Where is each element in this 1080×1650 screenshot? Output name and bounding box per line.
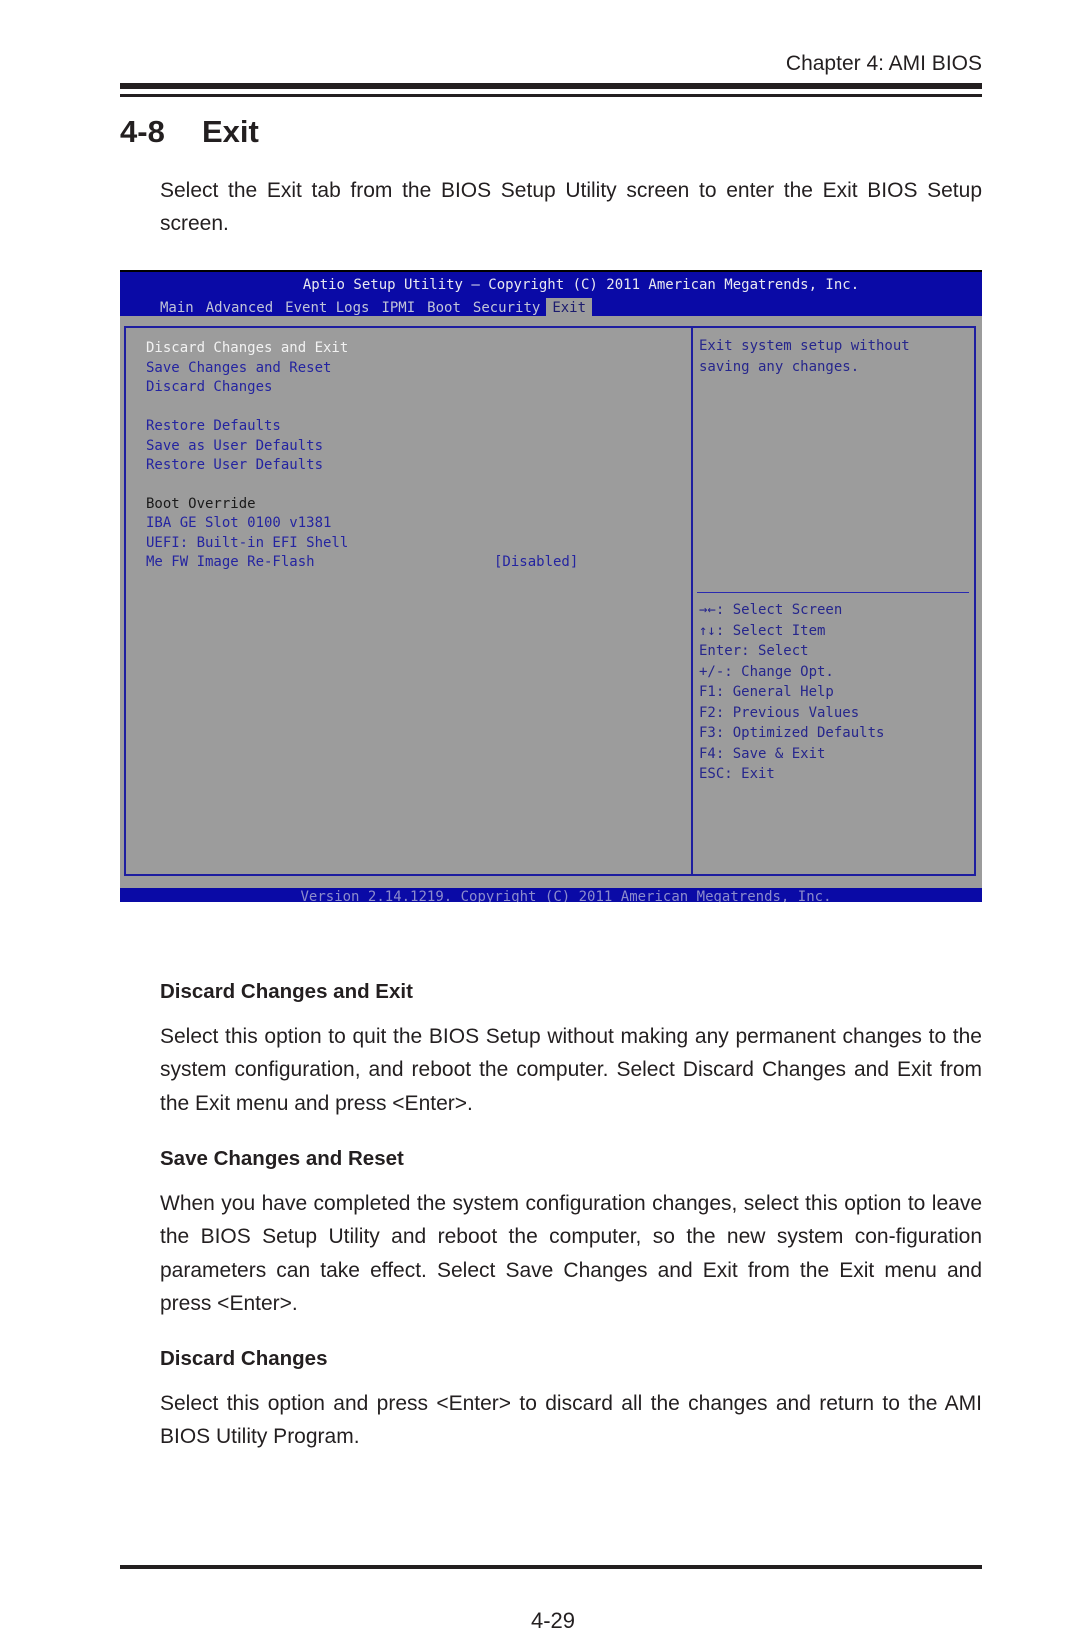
bios-tab-security[interactable]: Security: [467, 298, 546, 318]
bios-tab-advanced[interactable]: Advanced: [200, 298, 279, 318]
bios-footer-text: Version 2.14.1219. Copyright (C) 2011 Am…: [300, 889, 832, 902]
bios-menu-item-label: Save Changes and Reset: [146, 360, 332, 376]
bios-menu-item[interactable]: IBA GE Slot 0100 v1381: [146, 513, 331, 533]
bios-help-line: saving any changes.: [699, 358, 860, 375]
bios-key-hint: ↑↓: Select Item: [699, 622, 826, 639]
bios-footer-bar: Version 2.14.1219. Copyright (C) 2011 Am…: [120, 888, 982, 902]
bios-help-separator: [697, 592, 969, 593]
bios-menu-item-label: Discard Changes: [146, 379, 273, 395]
footer-rule: [120, 1565, 982, 1569]
bios-menu-item-label: IBA GE Slot 0100 v1381: [146, 515, 332, 531]
bios-tab-main[interactable]: Main: [154, 298, 200, 318]
bios-menu-item[interactable]: Discard Changes and Exit: [146, 338, 348, 358]
header-rule-thick: [120, 83, 982, 89]
bios-menu-item-label: Boot Override: [146, 496, 256, 512]
bios-key-hint: ESC: Exit: [699, 766, 775, 782]
bios-menu-item-label: Restore User Defaults: [146, 457, 324, 473]
body-discard-changes-and-exit: Select this option to quit the BIOS Setu…: [160, 1025, 982, 1115]
section-title-text: Exit: [202, 114, 259, 149]
bios-menu-item-label: Save as User Defaults: [146, 438, 324, 454]
bios-key-legend: →←: Select Screen ↑↓: Select Item Enter: S…: [699, 600, 884, 785]
heading-discard-changes: Discard Changes: [160, 1347, 328, 1370]
bios-key-hint: →←: Select Screen: [699, 602, 843, 618]
body-discard-changes: Select this option and press <Enter> to …: [160, 1392, 982, 1449]
bios-tab-bar: Main Advanced Event Logs IPMI Boot Security Ex…: [154, 298, 593, 318]
heading-save-changes-and-reset: Save Changes and Reset: [160, 1147, 404, 1170]
bios-menu-item-label: UEFI: Built-in EFI Shell: [146, 535, 349, 551]
bios-menu-item-value[interactable]: [Disabled]: [494, 552, 578, 572]
header-rule-thin: [120, 94, 982, 97]
bios-header-bar: Aptio Setup Utility – Copyright (C) 2011…: [120, 270, 982, 318]
bios-key-hint: F2: Previous Values: [699, 704, 860, 721]
bios-key-hint: F3: Optimized Defaults: [699, 725, 885, 741]
bios-menu-panel: Discard Changes and Exit Save Changes and…: [124, 326, 691, 876]
bios-menu-item[interactable]: Me FW Image Re-Flash [Disabled]: [146, 552, 578, 572]
bios-menu-item-label: Discard Changes and Exit: [146, 340, 349, 356]
bios-menu-item[interactable]: Save as User Defaults: [146, 436, 323, 456]
bios-help-panel: Exit system setup without saving any chan…: [693, 326, 976, 876]
bios-tab-exit[interactable]: Exit: [546, 298, 593, 318]
bios-tab-boot[interactable]: Boot: [421, 298, 467, 318]
running-head: Chapter 4: AMI BIOS: [785, 52, 982, 75]
intro-paragraph: Select the Exit tab from the BIOS Setup …: [160, 179, 982, 235]
bios-menu-item[interactable]: Discard Changes: [146, 377, 272, 397]
bios-help-line: Exit system setup without: [699, 338, 910, 354]
bios-menu-item-label: Me FW Image Re-Flash: [146, 554, 315, 570]
bios-help-text: Exit system setup without saving any chan…: [699, 336, 969, 377]
bios-tab-ipmi[interactable]: IPMI: [375, 298, 421, 318]
section-title: 4-8 Exit: [120, 114, 259, 150]
bios-tab-event-logs[interactable]: Event Logs: [279, 298, 375, 318]
bios-menu-item[interactable]: Save Changes and Reset: [146, 358, 331, 378]
bios-menu-group-label: Boot Override: [146, 494, 256, 514]
bios-key-hint: +/-: Change Opt.: [699, 663, 834, 680]
bios-menu-item[interactable]: Restore Defaults: [146, 416, 281, 436]
bios-menu-item-label: Restore Defaults: [146, 418, 281, 434]
page-number: 4-29: [530, 1608, 576, 1633]
bios-menu-item[interactable]: UEFI: Built-in EFI Shell: [146, 533, 348, 553]
bios-menu-item[interactable]: Restore User Defaults: [146, 455, 323, 475]
bios-key-hint: F4: Save & Exit: [699, 745, 826, 762]
bios-key-hint: F1: General Help: [699, 684, 834, 700]
bios-screenshot: Aptio Setup Utility – Copyright (C) 2011…: [120, 270, 982, 902]
heading-discard-changes-and-exit: Discard Changes and Exit: [160, 980, 413, 1003]
bios-key-hint: Enter: Select: [699, 643, 809, 659]
section-number: 4-8: [120, 114, 165, 149]
body-save-changes-and-reset: When you have completed the system confi…: [160, 1192, 982, 1315]
bios-title: Aptio Setup Utility – Copyright (C) 2011…: [302, 277, 860, 293]
